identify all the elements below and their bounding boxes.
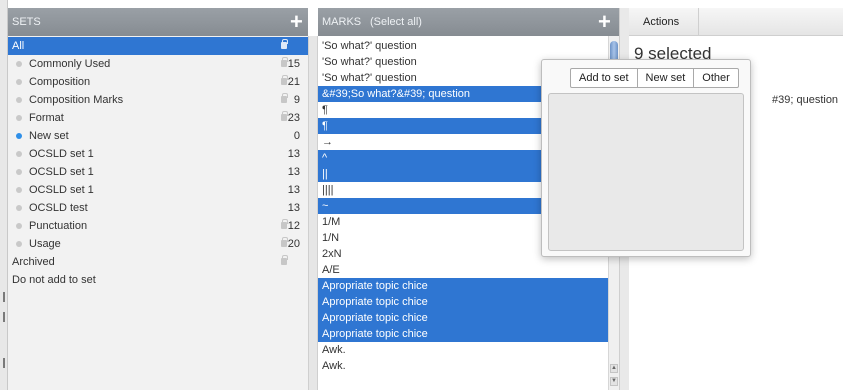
actions-header: Actions [629, 8, 843, 36]
set-item[interactable]: OCSLD test 13 [8, 199, 308, 217]
set-item-count: 20 [287, 238, 300, 250]
set-dot-icon [16, 169, 22, 175]
add-set-plus-icon[interactable]: + [290, 10, 303, 34]
edge-tick [3, 292, 5, 302]
set-dot-icon [16, 205, 22, 211]
mark-item[interactable]: Apropriate topic chice [318, 326, 608, 342]
lock-icon [281, 75, 288, 85]
set-item-count: 13 [287, 184, 300, 196]
lock-icon [281, 111, 288, 121]
set-item-label: Do not add to set [12, 274, 96, 286]
set-item[interactable]: Archived [8, 253, 308, 271]
set-item-count: 9 [293, 94, 300, 106]
mark-item[interactable]: Awk. [318, 342, 608, 358]
set-item-count: 21 [287, 76, 300, 88]
mark-item[interactable]: Awk. [318, 358, 608, 374]
tab-actions[interactable]: Actions [629, 8, 699, 36]
marks-header-title: MARKS [322, 16, 362, 28]
set-item[interactable]: New set 0 [8, 127, 308, 145]
add-to-set-popup: Add to set New set Other [541, 59, 751, 257]
set-item-label: New set [29, 130, 69, 142]
popup-content-area [548, 93, 744, 251]
set-item-count: 12 [287, 220, 300, 232]
add-to-set-button[interactable]: Add to set [571, 69, 638, 87]
set-dot-icon [16, 241, 22, 247]
set-dot-icon [16, 97, 22, 103]
panel-divider[interactable] [308, 36, 318, 390]
set-dot-icon [16, 133, 22, 139]
set-item[interactable]: OCSLD set 1 13 [8, 163, 308, 181]
mark-item[interactable]: Apropriate topic chice [318, 294, 608, 310]
set-item[interactable]: Composition Marks 9 [8, 91, 308, 109]
new-set-button[interactable]: New set [638, 69, 695, 87]
lock-icon [281, 219, 288, 229]
set-item-label: Usage [29, 238, 61, 250]
lock-icon [281, 39, 288, 49]
set-dot-icon [16, 151, 22, 157]
left-edge-strip [0, 0, 8, 390]
set-dot-icon [16, 115, 22, 121]
sets-list: All Commonly Used 15 Composition 21 Compositi… [8, 36, 308, 390]
sets-header-title: SETS [12, 16, 41, 28]
popup-button-group: Add to set New set Other [570, 68, 739, 88]
lock-icon [281, 57, 288, 67]
scroll-down-arrow-icon[interactable]: ▼ [610, 377, 618, 386]
scroll-up-arrow-icon[interactable]: ▲ [610, 364, 618, 373]
set-item-label: Format [29, 112, 64, 124]
set-item-label: OCSLD test [29, 202, 88, 214]
set-item-count: 13 [287, 148, 300, 160]
lock-icon [281, 93, 288, 103]
set-item-label: All [12, 40, 25, 52]
set-item[interactable]: Do not add to set [8, 271, 308, 289]
set-item[interactable]: Punctuation 12 [8, 217, 308, 235]
set-item-label: OCSLD set 1 [29, 166, 94, 178]
set-dot-icon [16, 223, 22, 229]
set-item[interactable]: All [8, 37, 308, 55]
set-item[interactable]: Commonly Used 15 [8, 55, 308, 73]
set-item-label: OCSLD set 1 [29, 148, 94, 160]
other-button[interactable]: Other [694, 69, 738, 87]
mark-item[interactable]: Apropriate topic chice [318, 278, 608, 294]
partial-mark-text: #39; question [772, 94, 839, 106]
add-mark-plus-icon[interactable]: + [598, 10, 611, 34]
mark-item[interactable]: A/E [318, 262, 608, 278]
set-item-label: Composition [29, 76, 91, 88]
sets-header: SETS + [8, 8, 308, 36]
lock-icon [281, 255, 288, 265]
marks-header: MARKS (Select all) + [318, 8, 619, 36]
set-item-label: Punctuation [29, 220, 88, 232]
set-item-count: 15 [287, 58, 300, 70]
edge-tick [3, 358, 5, 368]
set-item-label: Commonly Used [29, 58, 111, 70]
mark-item[interactable]: 'So what?' question [318, 38, 608, 54]
set-item-label: Composition Marks [29, 94, 124, 106]
set-item[interactable]: Format 23 [8, 109, 308, 127]
edge-tick [3, 312, 5, 322]
select-all-link[interactable]: (Select all) [370, 8, 422, 36]
mark-item[interactable]: Apropriate topic chice [318, 310, 608, 326]
set-item[interactable]: Usage 20 [8, 235, 308, 253]
set-dot-icon [16, 187, 22, 193]
set-dot-icon [16, 79, 22, 85]
lock-icon [281, 237, 288, 247]
set-item[interactable]: Composition 21 [8, 73, 308, 91]
set-item-label: OCSLD set 1 [29, 184, 94, 196]
set-dot-icon [16, 61, 22, 67]
set-item-count: 0 [293, 130, 300, 142]
set-item-count: 13 [287, 202, 300, 214]
set-item[interactable]: OCSLD set 1 13 [8, 145, 308, 163]
set-item-label: Archived [12, 256, 55, 268]
set-item-count: 13 [287, 166, 300, 178]
set-item[interactable]: OCSLD set 1 13 [8, 181, 308, 199]
set-item-count: 23 [287, 112, 300, 124]
